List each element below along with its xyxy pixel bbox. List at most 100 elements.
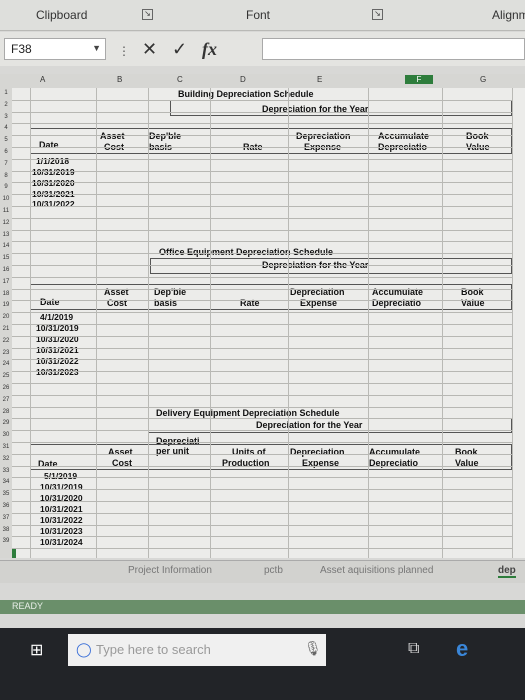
row-header[interactable]: 33 [0,468,12,474]
formula-input[interactable] [262,38,525,60]
row-header[interactable]: 27 [0,397,12,403]
row-header[interactable]: 12 [0,220,12,226]
microphone-icon[interactable]: 🎙 [304,640,322,657]
row-header[interactable]: 31 [0,444,12,450]
row-gridline [12,453,512,455]
task-view-icon[interactable]: ⧉ [408,640,419,658]
row-header[interactable]: 10 [0,196,12,202]
row-header[interactable]: 8 [0,173,12,179]
status-text: READY [12,601,44,611]
more-icon: ⋮ [118,44,130,58]
font-launcher-icon[interactable]: ↘ [372,9,383,20]
row-gridline [12,217,512,219]
row-gridline [12,442,512,443]
column-gridline [288,88,289,558]
delivery-date-2: 10/31/2019 [40,482,83,492]
column-header-d[interactable]: D [240,75,246,84]
column-header-f[interactable]: F [405,75,433,84]
row-header[interactable]: 5 [0,137,12,143]
row-header[interactable]: 11 [0,208,12,214]
row-gridline [12,324,512,325]
row-gridline [12,383,512,384]
row-header[interactable]: 16 [0,267,12,273]
row-gridline [12,359,512,361]
column-header-e[interactable]: E [317,75,322,84]
row-gridline [12,276,512,278]
row-header[interactable]: 13 [0,232,12,238]
row-header[interactable]: 25 [0,373,12,379]
row-header[interactable]: 14 [0,243,12,249]
column-gridline [30,88,31,558]
clipboard-launcher-icon[interactable]: ↘ [142,9,153,20]
row-header[interactable]: 2 [0,102,12,108]
row-gridline [12,536,512,538]
windows-start-icon[interactable]: ⊞ [30,640,43,660]
row-header[interactable]: 39 [0,538,12,544]
tab-project-information[interactable]: Project Information [128,565,212,576]
cancel-icon[interactable]: ✕ [142,40,157,58]
column-gridline [96,88,97,558]
row-header[interactable]: 7 [0,161,12,167]
column-gridline [210,88,211,558]
column-header-g[interactable]: G [480,75,486,84]
building-date-2: 10/31/2019 [32,167,75,177]
row-gridline [12,501,512,502]
row-gridline [12,512,512,514]
row-header[interactable]: 34 [0,479,12,485]
column-gridline [442,88,443,558]
row-header[interactable]: 35 [0,491,12,497]
row-header[interactable]: 17 [0,279,12,285]
column-header-a[interactable]: A [40,75,45,84]
row-gridline [12,111,512,113]
row-header[interactable]: 19 [0,302,12,308]
row-header[interactable]: 26 [0,385,12,391]
row-gridline [12,477,512,479]
row-gridline [12,418,512,420]
row-header[interactable]: 30 [0,432,12,438]
row-header[interactable]: 4 [0,125,12,131]
insert-function-icon[interactable]: fx [202,40,217,58]
row-header[interactable]: 22 [0,338,12,344]
delivery-title: Delivery Equipment Depreciation Schedule [156,408,340,418]
chevron-down-icon[interactable]: ▼ [92,43,101,53]
building-subtitle-border [170,100,512,116]
tab-dep[interactable]: dep [498,565,516,578]
cortana-circle-icon: ◯ [76,641,92,657]
row-header[interactable]: 28 [0,409,12,415]
delivery-date-5: 10/31/2022 [40,515,83,525]
row-header[interactable]: 36 [0,503,12,509]
row-gridline [12,548,512,550]
office-date-1: 4/1/2019 [40,312,74,322]
row-header[interactable]: 29 [0,420,12,426]
name-box[interactable]: F38 ▼ [4,38,106,60]
row-gridline [12,489,512,491]
delivery-date-1: 5/1/2019 [44,471,78,481]
row-header[interactable]: 32 [0,456,12,462]
tab-pctb[interactable]: pctb [264,565,283,576]
row-header[interactable]: 1 [0,90,12,96]
row-gridline [12,194,512,196]
taskbar-search-input[interactable]: ◯ Type here to search 🎙 [68,634,326,666]
enter-icon[interactable]: ✓ [172,40,187,58]
row-gridline [12,170,512,172]
row-header[interactable]: 21 [0,326,12,332]
column-header-b[interactable]: B [117,75,122,84]
row-header[interactable]: 6 [0,149,12,155]
office-title: Office Equipment Depreciation Schedule [159,247,334,257]
row-header[interactable]: 15 [0,255,12,261]
delivery-date-6: 10/31/2023 [40,526,83,536]
row-header[interactable]: 18 [0,291,12,297]
row-header[interactable]: 9 [0,184,12,190]
row-gridline [12,241,512,243]
row-header[interactable]: 3 [0,114,12,120]
office-subtitle-border [150,258,512,274]
tab-asset-aquisitions-planned[interactable]: Asset aquisitions planned [320,565,433,576]
row-header[interactable]: 37 [0,515,12,521]
row-header[interactable]: 24 [0,361,12,367]
row-header[interactable]: 38 [0,527,12,533]
row-header[interactable]: 20 [0,314,12,320]
row-header[interactable]: 23 [0,350,12,356]
edge-browser-icon[interactable]: e [456,636,468,662]
column-header-c[interactable]: C [177,75,183,84]
ribbon-group-labels: Clipboard ↘ Font ↘ Alignm [0,0,525,31]
